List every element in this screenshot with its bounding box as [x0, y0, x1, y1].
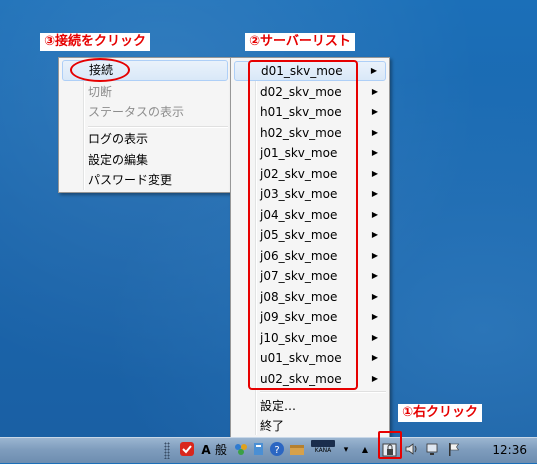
menu-separator: [88, 126, 228, 128]
submenu-arrow-icon: ▶: [371, 271, 378, 280]
annotation-box-server-list: [248, 60, 358, 390]
submenu-arrow-icon: ▶: [371, 312, 378, 321]
volume-icon[interactable]: [404, 441, 420, 459]
menu-item-settings[interactable]: 設定…: [234, 396, 386, 416]
show-hidden-icons-arrow-icon[interactable]: ▲: [359, 441, 371, 459]
submenu-arrow-icon: ▶: [371, 209, 378, 219]
menu-separator: [260, 391, 386, 393]
submenu-arrow-icon: ▶: [370, 66, 377, 75]
ime-options-chevron-icon[interactable]: ▾: [341, 441, 351, 459]
ime-tools-icon[interactable]: [233, 441, 249, 459]
network-icon[interactable]: [425, 441, 441, 459]
annotation-oval-connect: [70, 58, 130, 82]
menu-item-edit-settings[interactable]: 設定の編集: [62, 150, 228, 171]
callout-server-list: ②サーバーリスト: [245, 33, 355, 51]
package-icon[interactable]: [288, 441, 306, 459]
callout-right-click: ①右クリック: [398, 404, 483, 422]
submenu-arrow-icon: ▶: [371, 189, 378, 198]
submenu-arrow-icon: ▶: [371, 250, 378, 260]
ime-mode-indicator[interactable]: A: [200, 441, 212, 459]
submenu-arrow-icon: ▶: [371, 373, 378, 383]
menu-item-exit[interactable]: 終了: [234, 416, 386, 436]
taskbar-clock[interactable]: 12:36: [492, 438, 527, 463]
callout-step-connect: ③接続をクリック: [40, 33, 151, 51]
help-icon[interactable]: ?: [269, 441, 285, 459]
menu-item-show-log[interactable]: ログの表示: [62, 129, 228, 150]
submenu-arrow-icon: ▶: [371, 332, 378, 342]
submenu-arrow-icon: ▶: [371, 230, 378, 239]
svg-text:?: ?: [274, 445, 279, 456]
submenu-arrow-icon: ▶: [371, 353, 378, 362]
action-center-flag-icon[interactable]: [446, 441, 462, 459]
tray-grip-handle[interactable]: [164, 442, 170, 459]
submenu-arrow-icon: ▶: [371, 127, 378, 137]
ime-kana-indicator[interactable]: KANA: [311, 440, 335, 454]
submenu-arrow-icon: ▶: [371, 291, 378, 301]
ime-dictionary-icon[interactable]: [251, 441, 267, 459]
menu-item-change-password[interactable]: パスワード変更: [62, 170, 228, 191]
annotation-box-tray-icon: [378, 431, 402, 459]
menu-item-disconnect[interactable]: 切断: [62, 82, 228, 103]
submenu-arrow-icon: ▶: [371, 86, 378, 96]
taskbar: A 般 ? KANA ▾ ▲ 12:36: [0, 437, 537, 463]
submenu-arrow-icon: ▶: [371, 148, 378, 157]
app-red-icon[interactable]: [178, 441, 196, 459]
ime-input-mode[interactable]: 般: [213, 441, 229, 459]
submenu-arrow-icon: ▶: [371, 168, 378, 178]
menu-item-show-status[interactable]: ステータスの表示: [62, 102, 228, 123]
submenu-arrow-icon: ▶: [371, 107, 378, 116]
